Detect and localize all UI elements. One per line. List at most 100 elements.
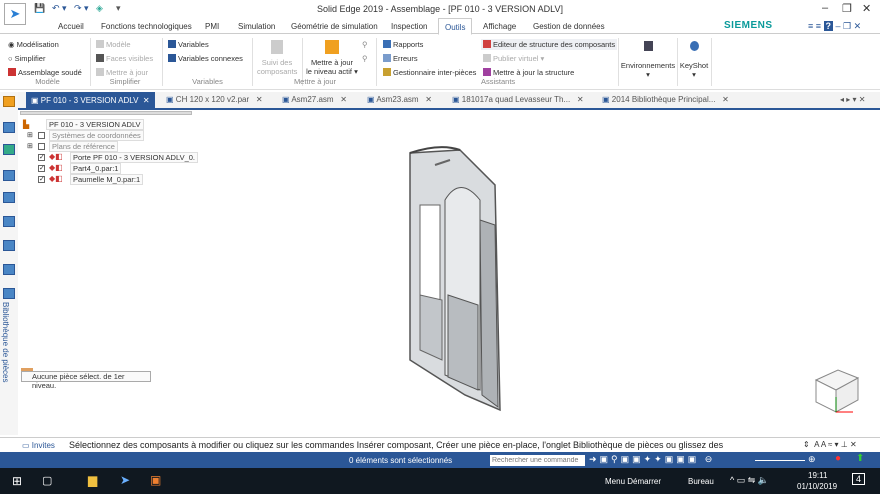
bureau-toolbar[interactable]: Bureau (688, 477, 714, 486)
doc-tab[interactable]: ▣ 2014 Bibliothèque Principal... ✕ (602, 95, 729, 104)
library-icon[interactable] (3, 288, 15, 299)
variables-button[interactable]: Variables (168, 40, 209, 49)
menu-demarrer-toolbar[interactable]: Menu Démarrer (605, 477, 661, 486)
variables-connexes-button[interactable]: Variables connexes (168, 54, 243, 63)
checkbox[interactable]: ✓ (38, 176, 45, 183)
faces-visibles-button[interactable]: Faces visibles (96, 54, 153, 63)
group-label: Assistants (481, 77, 516, 86)
select-tools-icon[interactable] (3, 144, 15, 155)
radio-modelisation[interactable]: ◉ Modélisation (8, 40, 59, 49)
clock-date[interactable]: 01/10/2019 (797, 482, 837, 491)
part-icon: ◆◧ (49, 152, 63, 161)
upload-icon[interactable]: ⬆ (856, 453, 864, 464)
label: Simplifier (14, 54, 46, 63)
invites-label[interactable]: ▭ Invites (22, 441, 55, 450)
redo-icon[interactable]: ↷ ▾ (74, 3, 89, 14)
doc-tab[interactable]: ▣ Asm23.asm ✕ (367, 95, 432, 104)
status-bar: 0 éléments sont sélectionnés ➜▣⚲▣▣✦✦▣▣▣ … (0, 452, 880, 468)
tab-fonctions[interactable]: Fonctions technologiques (101, 22, 192, 31)
layers-icon[interactable] (3, 122, 15, 133)
notification-badge[interactable]: 4 (852, 473, 866, 485)
doc-tab[interactable]: ▣ Asm27.asm ✕ (282, 95, 347, 104)
command-search-input[interactable] (490, 455, 585, 466)
checkbox[interactable] (38, 132, 45, 139)
grid-icon[interactable] (3, 240, 15, 251)
doc-tab[interactable]: ▣ 181017a quad Levasseur Th... ✕ (452, 95, 584, 104)
windows-start-icon[interactable]: ⊞ (12, 474, 22, 488)
tab-inspection[interactable]: Inspection (391, 22, 427, 31)
tab-outils[interactable]: Outils (438, 18, 473, 35)
app-taskbar-icon[interactable]: ▣ (150, 473, 161, 487)
door-3d-model[interactable] (400, 145, 510, 415)
view-tool-icons[interactable]: ➜▣⚲▣▣✦✦▣▣▣ ⊖ (589, 454, 715, 465)
view-icon[interactable] (3, 192, 15, 203)
suivi-composants-button[interactable]: Suivi des composants (257, 40, 297, 76)
doc-tab[interactable]: ▣ PF 010 - 3 VERSION ADLV ✕ (26, 92, 155, 110)
customize-icon[interactable]: ▾ (116, 3, 121, 14)
zoom-slider[interactable] (755, 460, 805, 461)
tree-root[interactable]: PF 010 - 3 VERSION ADLV (46, 119, 144, 130)
assembly-pathfinder-icon[interactable] (3, 96, 15, 107)
tree-item[interactable]: Systèmes de coordonnées (49, 130, 144, 141)
part-icon: ◆◧ (49, 174, 63, 183)
prompt-text: Sélectionnez des composants à modifier o… (69, 440, 724, 450)
restore-button[interactable]: ❐ (842, 2, 852, 15)
panel-splitter[interactable] (20, 111, 192, 115)
close-button[interactable]: ✕ (862, 2, 871, 15)
editeur-structure-button[interactable]: Editeur de structure des composants (481, 39, 618, 50)
erreurs-button[interactable]: Erreurs (383, 54, 418, 63)
modele-button[interactable]: Modèle (96, 40, 131, 49)
save-icon[interactable]: 💾 (34, 3, 45, 14)
help-icons[interactable]: ≡ ≡ ? – ❐ ✕ (808, 21, 861, 32)
assemblage-soude-button[interactable]: Assemblage soudé (8, 68, 82, 77)
tab-simulation[interactable]: Simulation (238, 22, 275, 31)
tool-icon[interactable]: ⚲ (362, 40, 368, 49)
prompt-controls[interactable]: ⇕ A A ≈ ▾ ⊥ ✕ (803, 440, 857, 449)
zoom-in-icon[interactable]: ⊕ (808, 454, 816, 465)
keyshot-button[interactable]: KeyShot ▾ (678, 41, 710, 79)
mettre-a-jour-niveau-button[interactable]: Mettre à jour le niveau actif ▾ (306, 40, 358, 76)
tree-item[interactable]: Porte PF 010 - 3 VERSION ADLV_0. (70, 152, 198, 163)
mettre-a-jour-button[interactable]: Mettre à jour (96, 68, 148, 77)
environnements-button[interactable]: Environnements ▾ (620, 41, 676, 79)
tool-icon[interactable]: ⚲ (362, 54, 368, 63)
label: Invites (31, 441, 55, 450)
expand-icon[interactable]: ⊞ (27, 142, 33, 150)
tab-nav-controls[interactable]: ◂ ▸ ▾ ✕ (840, 95, 865, 104)
tab-pmi[interactable]: PMI (205, 22, 219, 31)
keyshot-icon (689, 41, 699, 51)
label: Asm27.asm (291, 95, 334, 104)
tree-item[interactable]: Plans de référence (49, 141, 118, 152)
eraser-icon[interactable]: ◈ (96, 3, 103, 14)
checkbox[interactable] (38, 143, 45, 150)
bibliotheque-tab[interactable]: Bibliothèque de pièces (1, 302, 10, 383)
tab-geometrie[interactable]: Géométrie de simulation (291, 22, 378, 31)
tray-icons[interactable]: ^ ▭ ⇋ 🔈 (730, 475, 769, 486)
radio-simplifier[interactable]: ○ Simplifier (8, 54, 45, 63)
record-icon[interactable]: ● (835, 453, 841, 464)
view-cube[interactable] (808, 362, 863, 417)
tab-gestion[interactable]: Gestion de données (533, 22, 605, 31)
undo-icon[interactable]: ↶ ▾ (52, 3, 67, 14)
tab-accueil[interactable]: Accueil (58, 22, 84, 31)
checkbox[interactable]: ✓ (38, 165, 45, 172)
sensor-icon[interactable] (3, 264, 15, 275)
rapports-button[interactable]: Rapports (383, 40, 423, 49)
checkbox[interactable]: ✓ (38, 154, 45, 161)
clock-time[interactable]: 19:11 (808, 471, 827, 480)
family-icon[interactable] (3, 216, 15, 227)
minimize-button[interactable]: – (822, 2, 828, 14)
solid-edge-taskbar-icon[interactable]: ➤ (120, 473, 130, 487)
task-view-icon[interactable]: ▢ (42, 474, 52, 487)
expand-icon[interactable]: ⊞ (27, 131, 33, 139)
mettre-a-jour-structure-button[interactable]: Mettre à jour la structure (483, 68, 574, 77)
tree-item[interactable]: Part4_0.par:1 (70, 163, 122, 174)
tab-affichage[interactable]: Affichage (483, 22, 516, 31)
file-explorer-icon[interactable]: ▆ (88, 473, 97, 487)
help-panel-icon[interactable] (3, 170, 15, 181)
doc-tab[interactable]: ▣ CH 120 x 120 v2.par ✕ (166, 95, 263, 104)
label: Mettre à jour la structure (493, 68, 575, 77)
gestionnaire-button[interactable]: Gestionnaire inter-pièces (383, 68, 476, 77)
publier-virtuel-button[interactable]: Publier virtuel ▾ (483, 54, 544, 63)
tree-item[interactable]: Paumelle M_0.par:1 (70, 174, 144, 185)
